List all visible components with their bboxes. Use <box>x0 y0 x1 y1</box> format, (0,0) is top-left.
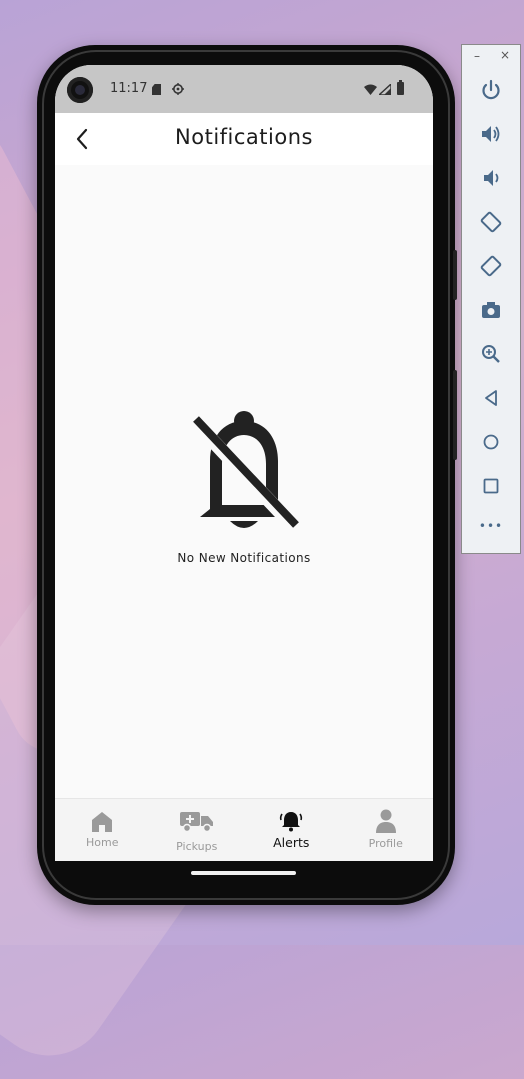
phone-side-button <box>453 250 457 300</box>
status-time: 11:17 <box>110 81 148 96</box>
settings-status-icon <box>172 83 184 95</box>
back-button[interactable] <box>478 385 504 411</box>
rotate-right-button[interactable] <box>478 253 504 279</box>
nav-item-profile[interactable]: Profile <box>339 799 434 861</box>
bottom-navigation: Home Pickups Alerts Profile <box>55 798 433 861</box>
volume-up-button[interactable] <box>478 121 504 147</box>
volume-down-icon <box>484 170 499 186</box>
phone-side-button <box>453 370 457 460</box>
nav-item-home[interactable]: Home <box>55 799 150 861</box>
screenshot-button[interactable] <box>478 297 504 323</box>
person-icon <box>375 809 396 833</box>
empty-state: No New Notifications <box>55 409 433 565</box>
back-icon <box>485 390 497 406</box>
gesture-handle[interactable] <box>191 871 296 875</box>
nav-label-pickups: Pickups <box>176 840 218 853</box>
truck-icon <box>179 812 213 833</box>
nav-item-pickups[interactable]: Pickups <box>150 799 245 861</box>
nav-item-alerts[interactable]: Alerts <box>244 799 339 861</box>
rotate-right-icon <box>480 255 502 277</box>
overview-button[interactable] <box>478 473 504 499</box>
camera-icon <box>482 302 500 318</box>
home-circle-icon <box>483 434 499 450</box>
overview-icon <box>483 478 499 494</box>
volume-down-button[interactable] <box>478 165 504 191</box>
minimize-button[interactable]: – <box>474 49 480 63</box>
home-button[interactable] <box>478 429 504 455</box>
battery-icon <box>397 80 404 95</box>
nav-label-home: Home <box>86 836 119 849</box>
rotate-left-button[interactable] <box>478 209 504 235</box>
nav-label-alerts: Alerts <box>273 835 310 850</box>
bell-ringing-icon <box>280 812 303 832</box>
phone-screen: 11:17 Notifications No New Notifications… <box>55 65 433 861</box>
notifications-off-icon <box>188 411 300 532</box>
close-button[interactable]: × <box>500 48 510 62</box>
emulator-toolbar: – × ••• <box>461 44 521 554</box>
home-icon <box>92 812 113 832</box>
empty-state-message: No New Notifications <box>177 551 311 565</box>
front-camera <box>67 77 93 103</box>
signal-icon <box>379 84 391 95</box>
page-title: Notifications <box>175 125 313 149</box>
zoom-button[interactable] <box>478 341 504 367</box>
power-icon <box>482 79 500 100</box>
app-bar: Notifications <box>55 113 433 165</box>
nav-label-profile: Profile <box>368 837 403 850</box>
rotate-left-icon <box>480 211 502 233</box>
wifi-icon <box>364 84 377 95</box>
sd-card-icon <box>152 84 161 95</box>
status-bar: 11:17 <box>55 65 433 113</box>
more-button[interactable]: ••• <box>478 519 504 545</box>
power-button[interactable] <box>478 77 504 103</box>
zoom-icon <box>482 345 500 363</box>
volume-up-icon <box>482 126 500 142</box>
